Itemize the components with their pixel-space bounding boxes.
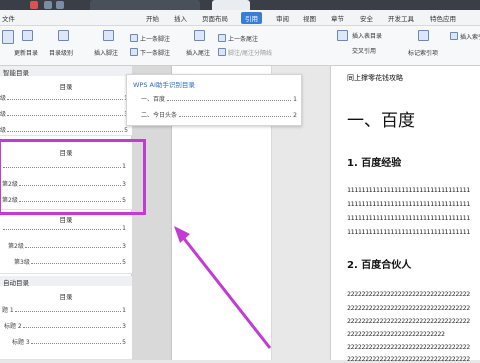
save-icon[interactable]: [44, 1, 52, 9]
menu-start[interactable]: 开始: [146, 13, 159, 23]
prev-endnote-icon[interactable]: [218, 34, 226, 42]
toc-entry-label: 题 1: [2, 307, 14, 314]
insert-index-icon[interactable]: [450, 32, 458, 40]
doc-paragraph-line: 2222222222222222222222222222222222: [347, 317, 470, 325]
menu-bar: 文件 开始 插入 页面布局 引用 审阅 视图 章节 安全 开发工具 特色应用: [0, 10, 480, 26]
insert-caption-icon[interactable]: [337, 30, 348, 41]
ai-toc-entry-page: 2: [293, 112, 297, 119]
menu-references[interactable]: 引用: [241, 12, 262, 24]
doc-top-line: 同上撑零花钱攻略: [347, 74, 403, 82]
toc-entry-page: 1: [122, 307, 126, 314]
prev-footnote-icon[interactable]: [130, 34, 138, 42]
document-tab[interactable]: [90, 0, 200, 10]
menu-section[interactable]: 章节: [331, 13, 344, 23]
toc-heading: 目录: [59, 216, 73, 224]
toc-entry: 级3: [0, 110, 128, 118]
toc-entry-page: 1: [122, 225, 126, 232]
ribbon-toolbar: 更新目录 目录级别 插入脚注 上一条脚注 下一条脚注 插入尾注 上一条尾注 脚注…: [0, 26, 480, 66]
insert-table-of-figures-button[interactable]: 插入表目录: [352, 31, 382, 40]
doc-paragraph-line: 1111111111111111111111111111111111: [347, 200, 470, 208]
insert-endnote-icon[interactable]: [194, 30, 205, 41]
doc-heading-2: 1. 百度经验: [347, 158, 402, 169]
toc-template-3[interactable]: 目录 1 第2级 3 第3级 5: [0, 212, 132, 274]
menu-special[interactable]: 特色应用: [430, 13, 456, 23]
menu-view[interactable]: 视图: [303, 13, 316, 23]
toc-entry: 题 1 1: [2, 306, 126, 314]
document-page[interactable]: 同上撑零花钱攻略 一、百度 1. 百度经验 111111111111111111…: [330, 66, 480, 363]
ai-toc-entry-label: 一、百度: [141, 96, 166, 103]
doc-paragraph-line: 222222222222222222222222222: [347, 330, 445, 338]
toc-entry: 第3级 5: [14, 258, 126, 266]
menu-dev-tools[interactable]: 开发工具: [388, 13, 414, 23]
menu-page-layout[interactable]: 页面布局: [202, 13, 228, 23]
toc-entry: 级1: [0, 94, 128, 102]
toc-template-1[interactable]: 目录 级1 级3 级5: [0, 76, 132, 136]
doc-heading-1: 一、百度: [347, 111, 415, 131]
highlight-box: [0, 139, 146, 215]
menu-insert[interactable]: 插入: [174, 13, 187, 23]
mark-index-icon[interactable]: [418, 30, 429, 41]
mark-index-button[interactable]: 标记索引项: [408, 48, 438, 57]
toc-entry: 标题 2 3: [4, 322, 126, 330]
toc-heading: 目录: [59, 293, 73, 301]
cross-reference-button[interactable]: 交叉引用: [352, 46, 376, 55]
toc-entry-label: 标题 3: [12, 339, 30, 346]
menu-review[interactable]: 审阅: [276, 13, 289, 23]
insert-index-button[interactable]: 插入索引: [460, 32, 480, 41]
update-toc-button[interactable]: 更新目录: [14, 48, 38, 57]
toc-entry-page: 5: [122, 339, 126, 346]
ai-toc-popup-title: WPS AI助手识别目录: [133, 81, 195, 89]
toc-level-icon[interactable]: [58, 30, 69, 41]
print-icon[interactable]: [56, 1, 64, 9]
toc-entry-page: 5: [124, 127, 128, 134]
insert-footnote-button[interactable]: 插入脚注: [94, 48, 118, 57]
toc-entry: 标题 3 5: [12, 338, 126, 346]
toc-entry-label: 第2级: [8, 243, 24, 250]
toc-entry-label: 级: [0, 111, 7, 118]
next-endnote-icon[interactable]: [218, 48, 226, 56]
menu-security[interactable]: 安全: [360, 13, 373, 23]
toc-entry-page: 3: [122, 323, 126, 330]
doc-paragraph-line: 2222222222222222222222222222222222: [347, 304, 470, 312]
next-footnote-icon[interactable]: [130, 48, 138, 56]
insert-endnote-button[interactable]: 插入尾注: [186, 48, 210, 57]
doc-paragraph-line: 2222222222222222222222222222222222: [347, 355, 470, 363]
ai-toc-entry-page: 1: [293, 96, 297, 103]
toc-entry: 1: [2, 224, 126, 232]
next-footnote-button[interactable]: 下一条脚注: [140, 48, 170, 57]
toc-entry-label: 级: [0, 95, 7, 102]
app-icon: [30, 1, 38, 9]
doc-paragraph-line: 1111111111111111111111111111111111: [347, 214, 470, 222]
toc-entry-label: 级: [0, 127, 7, 134]
toc-entry-label: 标题 2: [4, 323, 22, 330]
doc-paragraph-line: 2222222222222222222222222222222222: [347, 290, 470, 298]
toc-entry: 第2级 3: [8, 242, 126, 250]
title-bar: [0, 0, 480, 10]
doc-paragraph-line: 2222222222222222222222222222222222: [347, 343, 470, 351]
toc-entry-page: 5: [122, 259, 126, 266]
insert-footnote-icon[interactable]: [103, 30, 114, 41]
note-separator-button[interactable]: 脚注/尾注分隔线: [228, 48, 272, 57]
document-tab-active[interactable]: [212, 0, 250, 10]
ai-toc-entry[interactable]: 一、百度 1: [141, 95, 297, 103]
file-menu[interactable]: 文件: [2, 13, 15, 23]
ai-toc-popup[interactable]: WPS AI助手识别目录 一、百度 1 二、今日头条 2: [126, 74, 302, 126]
toc-entry-label: 第3级: [14, 259, 30, 266]
update-toc-icon[interactable]: [22, 30, 33, 41]
doc-paragraph-line: 1111111111111111111111111111111111: [347, 186, 470, 194]
toc-entry: 级5: [0, 126, 128, 134]
toc-icon[interactable]: [2, 30, 14, 44]
toc-heading: 目录: [59, 83, 73, 91]
prev-footnote-button[interactable]: 上一条脚注: [140, 34, 170, 43]
ai-toc-entry[interactable]: 二、今日头条 2: [141, 111, 297, 119]
toc-template-auto[interactable]: 目录 题 1 1 标题 2 3 标题 3 5: [0, 286, 132, 360]
toc-level-button[interactable]: 目录级别: [49, 48, 73, 57]
prev-endnote-button[interactable]: 上一条尾注: [228, 34, 258, 43]
doc-heading-2: 2. 百度合伙人: [347, 260, 412, 271]
toc-entry-page: 3: [122, 243, 126, 250]
doc-paragraph-line: 1111111111111111111111111111111111: [347, 228, 470, 236]
ai-toc-entry-label: 二、今日头条: [141, 112, 178, 119]
